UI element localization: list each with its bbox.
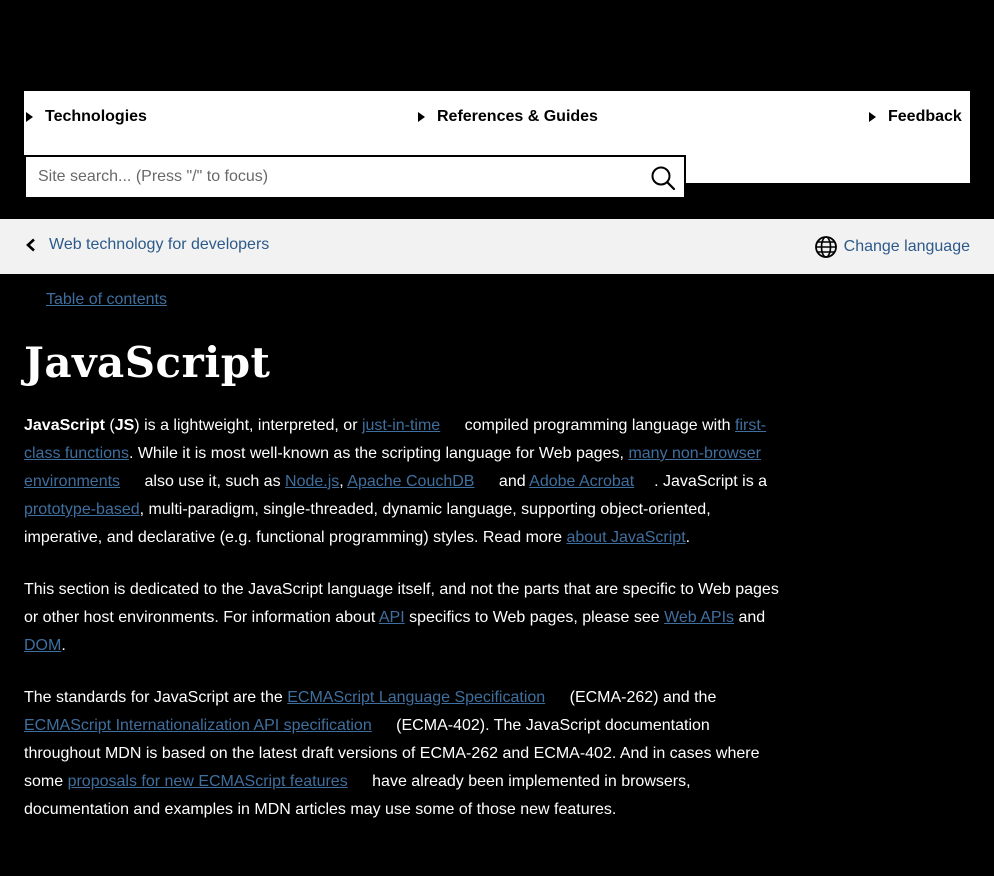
scope-paragraph: This section is dedicated to the JavaScr…	[24, 576, 784, 660]
javascript-term: JavaScript	[24, 417, 105, 434]
text: .	[61, 637, 66, 654]
dom-link[interactable]: DOM	[24, 637, 61, 654]
nav-feedback[interactable]: Feedback	[869, 108, 962, 126]
disclosure-triangle-icon	[869, 112, 876, 122]
page-title: JavaScript	[24, 338, 271, 387]
nav-technologies-label: Technologies	[45, 108, 147, 125]
search-icon[interactable]	[650, 165, 676, 191]
text: (ECMA-262) and the	[565, 689, 717, 706]
standards-paragraph: The standards for JavaScript are the ECM…	[24, 684, 784, 824]
intl-api-spec-link[interactable]: ECMAScript Internationalization API spec…	[24, 717, 392, 734]
disclosure-triangle-icon	[418, 112, 425, 122]
text: .	[685, 529, 691, 546]
site-search	[24, 155, 686, 199]
breadcrumb-back-label: Web technology for developers	[49, 236, 270, 253]
web-apis-link[interactable]: Web APIs	[664, 609, 734, 626]
text: ) is a lightweight, interpreted, or	[134, 417, 362, 434]
text: . While it is most well-known as the scr…	[128, 445, 629, 462]
text: compiled programming language with	[460, 417, 736, 434]
js-abbr: JS	[114, 417, 135, 434]
disclosure-triangle-icon	[26, 112, 33, 122]
text: The standards for JavaScript are the	[24, 689, 288, 706]
breadcrumb-back-link[interactable]: Web technology for developers	[24, 236, 269, 254]
nav-references-guides[interactable]: References & Guides	[418, 108, 598, 126]
intro-paragraph: JavaScript (JS) is a lightweight, interp…	[24, 412, 784, 552]
apache-couchdb-link[interactable]: Apache CouchDB	[347, 473, 494, 490]
adobe-acrobat-link[interactable]: Adobe Acrobat	[529, 473, 654, 490]
change-language-label: Change language	[843, 238, 970, 255]
text: and	[494, 473, 530, 490]
nav-references-label: References & Guides	[437, 108, 598, 125]
change-language-button[interactable]: Change language	[814, 235, 970, 259]
table-of-contents-link[interactable]: Table of contents	[46, 291, 167, 309]
globe-icon	[814, 236, 837, 258]
ecmascript-spec-link[interactable]: ECMAScript Language Specification	[287, 689, 565, 706]
text: . JavaScript is a	[654, 473, 768, 490]
article-body: JavaScript (JS) is a lightweight, interp…	[24, 412, 784, 848]
just-in-time-link[interactable]: just-in-time	[362, 417, 460, 434]
nodejs-link[interactable]: Node.js	[285, 473, 339, 490]
api-link[interactable]: API	[379, 609, 405, 626]
text: (	[104, 417, 115, 434]
breadcrumb-bar: Web technology for developers Change lan…	[0, 219, 994, 274]
search-input[interactable]	[38, 157, 638, 197]
text: also use it, such as	[140, 473, 286, 490]
text: specifics to Web pages, please see	[404, 609, 665, 626]
about-javascript-link[interactable]: about JavaScript	[566, 529, 685, 546]
chevron-left-icon	[26, 238, 35, 252]
prototype-based-link[interactable]: prototype-based	[24, 501, 140, 518]
nav-technologies[interactable]: Technologies	[26, 108, 147, 126]
ecmascript-proposals-link[interactable]: proposals for new ECMAScript features	[68, 773, 368, 790]
text: and	[734, 609, 766, 626]
nav-feedback-label: Feedback	[888, 108, 962, 125]
